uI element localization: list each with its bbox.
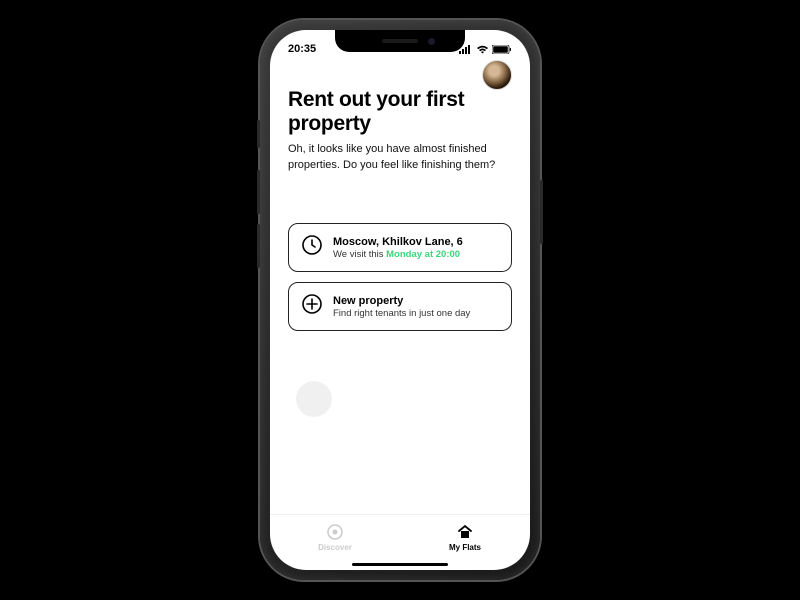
wifi-icon (476, 45, 489, 54)
avatar[interactable] (482, 60, 512, 90)
placeholder-circle (296, 381, 332, 417)
card-title: Moscow, Khilkov Lane, 6 (333, 236, 499, 248)
pending-property-card[interactable]: Moscow, Khilkov Lane, 6 We visit this Mo… (288, 223, 512, 272)
volume-up-button (257, 170, 260, 214)
new-property-card[interactable]: New property Find right tenants in just … (288, 282, 512, 331)
tab-label: My Flats (449, 543, 481, 552)
home-indicator[interactable] (352, 563, 448, 567)
front-camera (428, 38, 435, 45)
volume-down-button (257, 224, 260, 268)
tab-my-flats[interactable]: My Flats (400, 515, 530, 560)
card-text: Moscow, Khilkov Lane, 6 We visit this Mo… (333, 236, 499, 260)
status-indicators (459, 45, 512, 54)
phone-frame: 20:35 Rent out your (260, 20, 540, 580)
clock-icon (301, 234, 323, 261)
tab-label: Discover (318, 543, 352, 552)
plus-icon (301, 293, 323, 320)
notch (335, 30, 465, 52)
screen: 20:35 Rent out your (270, 30, 530, 570)
card-text: New property Find right tenants in just … (333, 295, 499, 319)
main-content: Rent out your first property Oh, it look… (270, 60, 530, 514)
tab-discover[interactable]: Discover (270, 515, 400, 560)
status-time: 20:35 (288, 43, 316, 55)
visit-prefix: We visit this (333, 249, 386, 260)
card-list: Moscow, Khilkov Lane, 6 We visit this Mo… (288, 223, 512, 331)
card-subtitle: Find right tenants in just one day (333, 308, 499, 319)
page-subtitle: Oh, it looks like you have almost finish… (288, 142, 512, 173)
card-title: New property (333, 295, 499, 307)
side-button (257, 120, 260, 148)
power-button (540, 180, 543, 244)
discover-icon (326, 523, 344, 541)
home-icon (456, 523, 474, 541)
card-subtitle: We visit this Monday at 20:00 (333, 249, 499, 260)
page-title: Rent out your first property (288, 88, 512, 136)
battery-icon (492, 45, 512, 54)
visit-time-highlight: Monday at 20:00 (386, 249, 460, 260)
speaker (382, 39, 418, 43)
